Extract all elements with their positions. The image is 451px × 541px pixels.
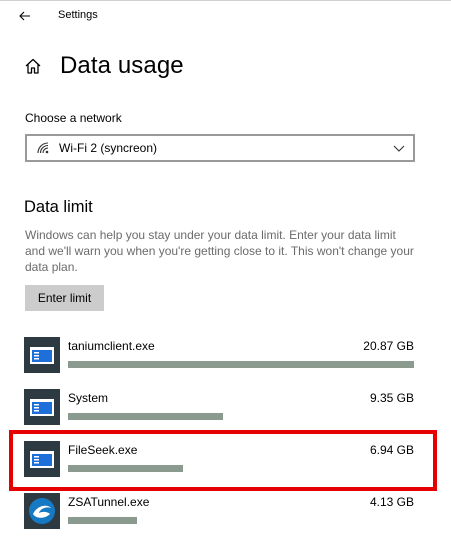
usage-bar-fill: [68, 361, 414, 368]
usage-bar-fill: [68, 413, 223, 420]
zscaler-icon: [24, 493, 60, 529]
app-usage-size: 20.87 GB: [363, 339, 414, 353]
enter-limit-button[interactable]: Enter limit: [25, 285, 104, 311]
app-name: ZSATunnel.exe: [68, 495, 150, 509]
data-limit-heading: Data limit: [24, 198, 93, 216]
home-icon: [25, 58, 41, 74]
usage-bar-fill: [68, 517, 137, 524]
network-selected-value: Wi-Fi 2 (syncreon): [59, 141, 158, 155]
app-row[interactable]: ZSATunnel.exe 4.13 GB: [24, 493, 416, 541]
app-usage-size: 9.35 GB: [369, 391, 414, 405]
app-usage-size: 4.13 GB: [369, 495, 414, 509]
network-label: Choose a network: [25, 111, 122, 125]
wifi-icon: [37, 142, 49, 154]
app-name: taniumclient.exe: [68, 339, 155, 353]
back-button[interactable]: [14, 7, 36, 25]
chevron-down-icon: [393, 145, 405, 152]
usage-bar: [68, 413, 414, 420]
usage-bar: [68, 361, 414, 368]
highlight-box: [9, 430, 437, 491]
network-dropdown[interactable]: Wi-Fi 2 (syncreon): [25, 134, 415, 162]
usage-bar: [68, 517, 414, 524]
page-title: Data usage: [60, 52, 184, 79]
app-row[interactable]: taniumclient.exe 20.87 GB: [24, 337, 416, 385]
window-title: Settings: [58, 9, 98, 21]
app-window-icon: [24, 389, 60, 425]
page-header: Data usage: [24, 50, 184, 82]
app-window-icon: [24, 337, 60, 373]
data-limit-description: Windows can help you stay under your dat…: [25, 228, 414, 274]
back-arrow-icon: [19, 11, 30, 21]
app-name: System: [68, 391, 109, 405]
title-bar: Settings: [0, 1, 451, 31]
